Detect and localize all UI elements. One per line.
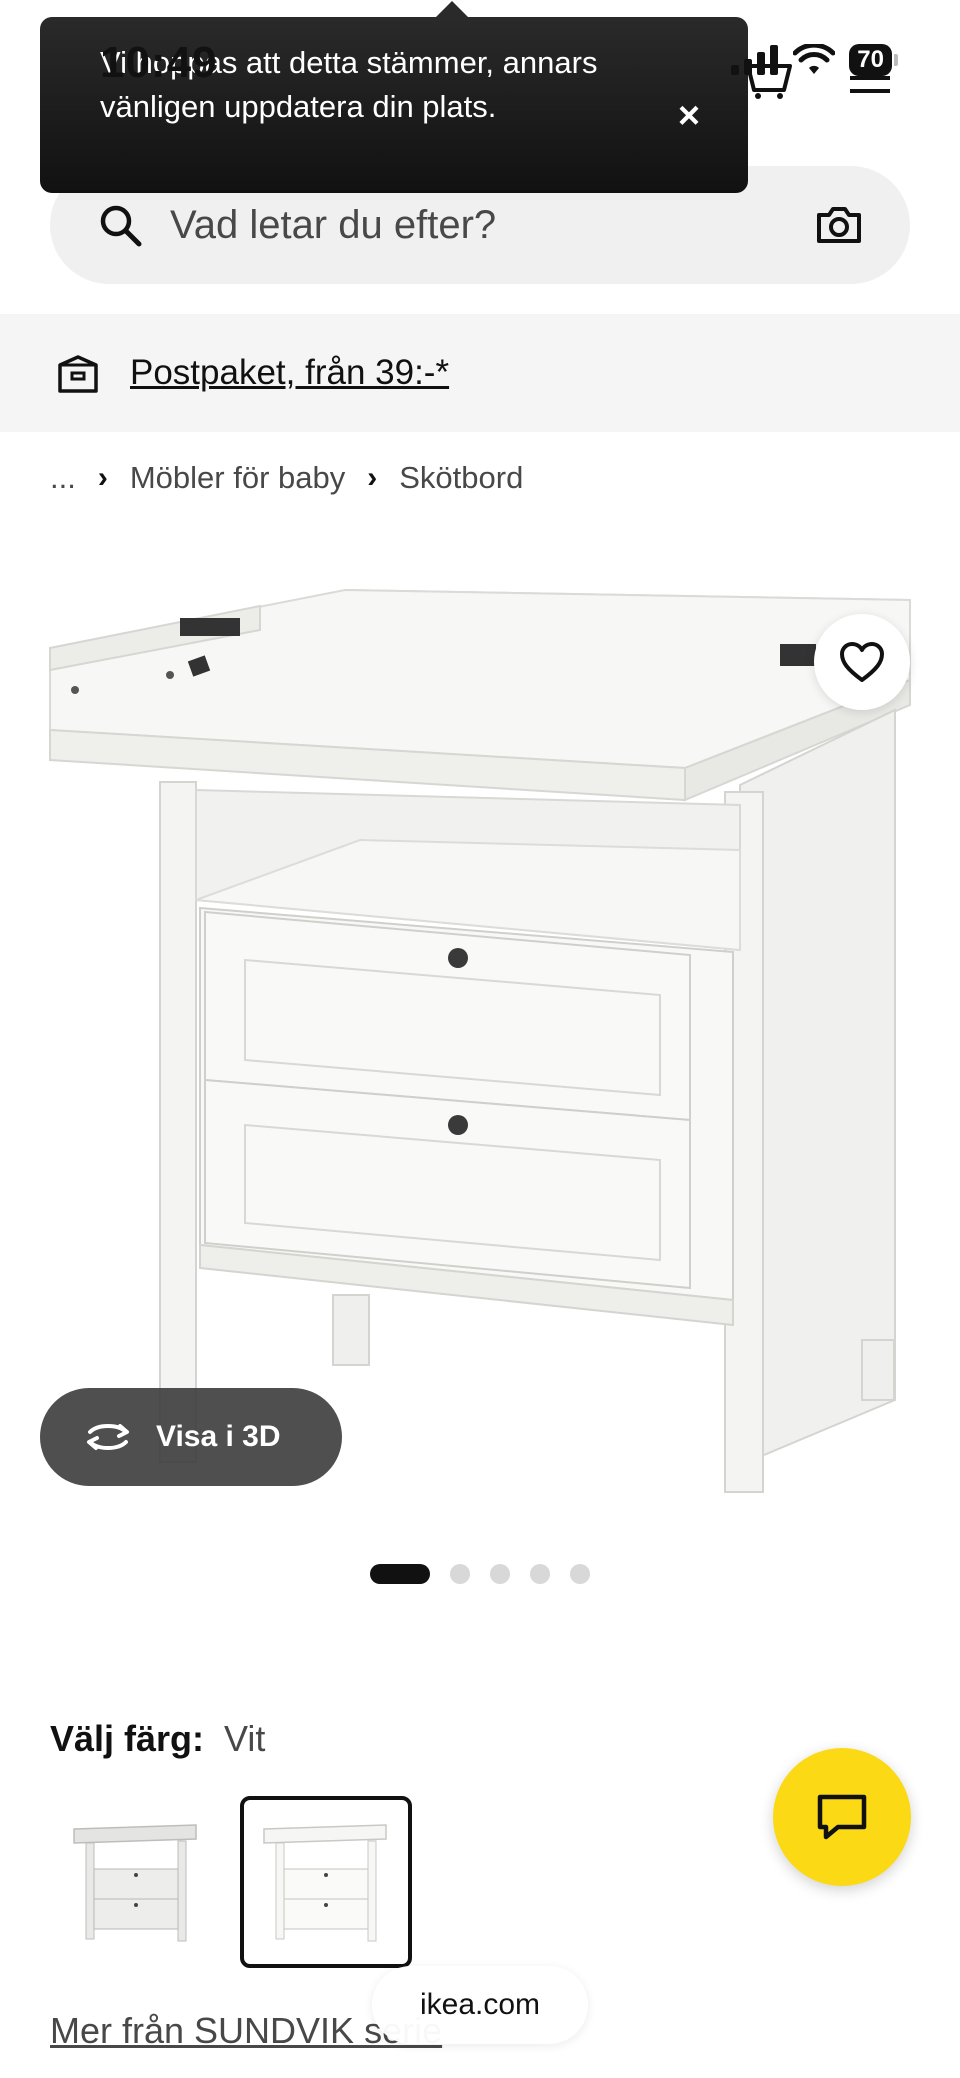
breadcrumb-item-changing-table[interactable]: Skötbord — [399, 460, 523, 496]
browser-url: ikea.com — [419, 1988, 541, 2021]
signal-icon — [731, 45, 779, 75]
delivery-link[interactable]: Postpaket, från 39:-* — [130, 353, 449, 393]
chat-icon — [817, 1794, 867, 1840]
breadcrumb: ... › Möbler för baby › Skötbord — [50, 460, 523, 496]
carousel-dot-3[interactable] — [490, 1564, 510, 1584]
carousel-dot-1[interactable] — [370, 1564, 430, 1584]
view-3d-label: Visa i 3D — [156, 1420, 281, 1453]
status-icons: 70 — [731, 44, 898, 76]
color-swatches — [50, 1796, 412, 1968]
browser-url-bar[interactable]: ikea.com — [372, 1966, 588, 2044]
view-3d-button[interactable]: Visa i 3D — [40, 1388, 342, 1486]
close-icon[interactable]: × — [674, 97, 704, 135]
breadcrumb-ellipsis[interactable]: ... — [50, 460, 76, 496]
color-value: Vit — [224, 1718, 266, 1759]
favorite-button[interactable] — [814, 614, 910, 710]
swatch-thumbnail — [263, 1824, 387, 1942]
parcel-icon — [58, 355, 98, 393]
wifi-icon — [793, 44, 836, 74]
delivery-banner: Postpaket, från 39:-* — [0, 314, 960, 432]
chevron-right-icon: › — [367, 461, 378, 494]
battery-indicator: 70 — [849, 44, 898, 76]
chevron-right-icon: › — [97, 461, 108, 494]
search-placeholder: Vad letar du efter? — [170, 202, 497, 247]
color-selection: Välj färg: Vit — [50, 1718, 265, 1760]
status-time: 10:49 — [100, 38, 218, 87]
breadcrumb-item-baby-furniture[interactable]: Möbler för baby — [130, 460, 345, 496]
carousel-dot-2[interactable] — [450, 1564, 470, 1584]
heart-icon — [840, 642, 884, 682]
color-swatch-grey-white[interactable] — [50, 1796, 222, 1968]
carousel-indicator — [370, 1564, 590, 1584]
product-image[interactable] — [0, 560, 960, 1520]
camera-icon[interactable] — [816, 205, 862, 245]
rotate-3d-icon — [87, 1424, 129, 1450]
color-swatch-white[interactable] — [240, 1796, 412, 1968]
color-label: Välj färg: — [50, 1718, 205, 1759]
chat-button[interactable] — [773, 1748, 911, 1886]
carousel-dot-4[interactable] — [530, 1564, 550, 1584]
search-icon — [100, 205, 142, 247]
carousel-dot-5[interactable] — [570, 1564, 590, 1584]
swatch-thumbnail — [73, 1824, 197, 1942]
